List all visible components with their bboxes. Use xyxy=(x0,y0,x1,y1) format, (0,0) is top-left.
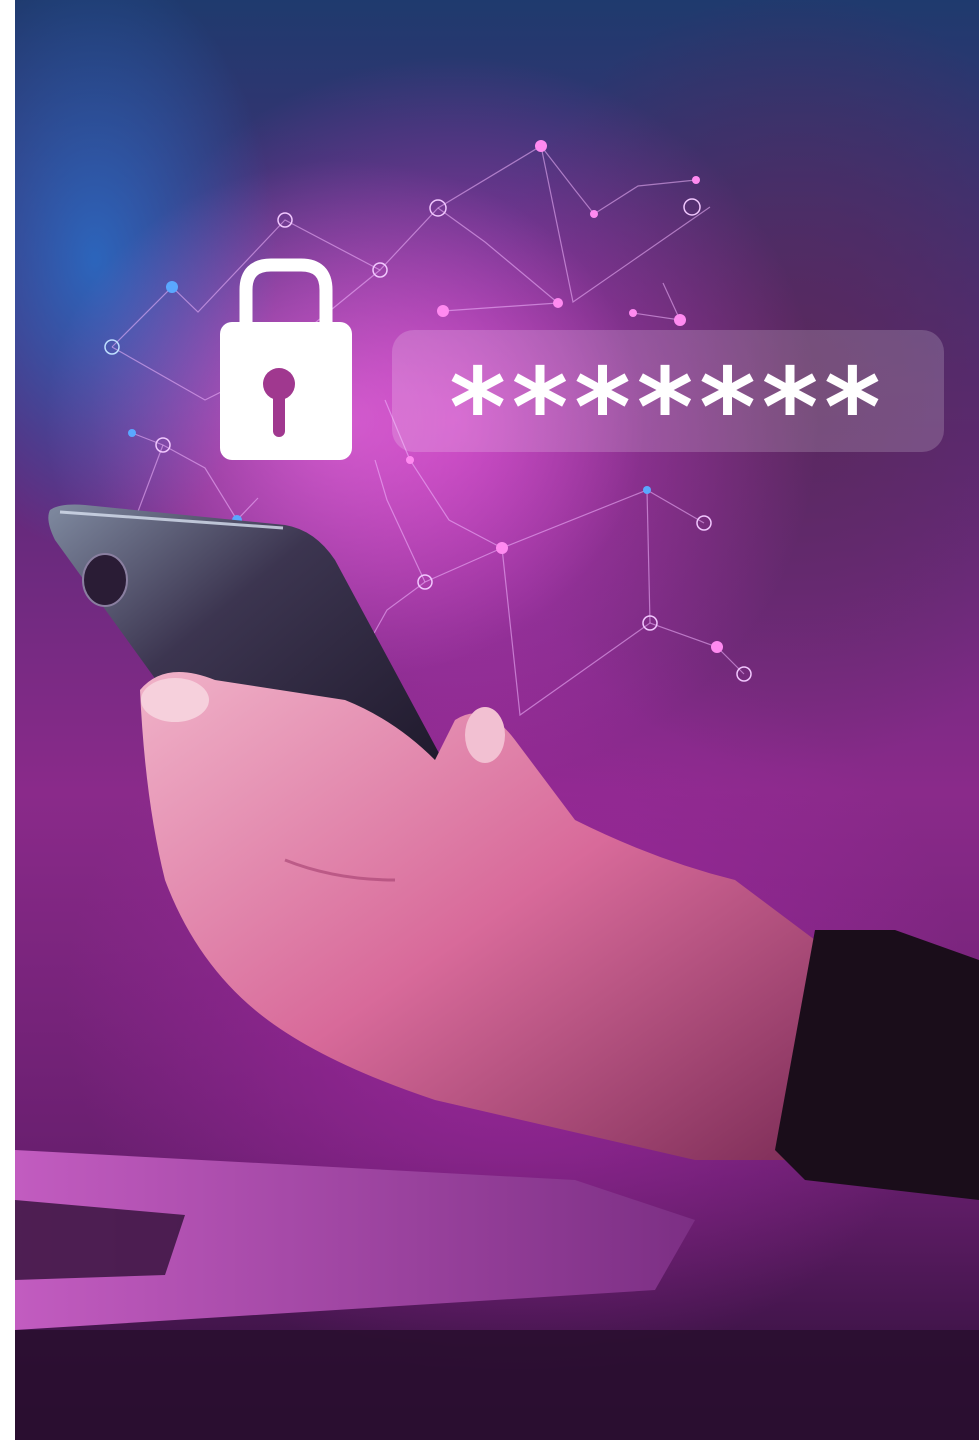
desk xyxy=(15,1330,979,1440)
photo-illustration xyxy=(15,140,979,1440)
photo: ******* xyxy=(15,0,979,1440)
image-frame: ******* xyxy=(0,0,979,1440)
password-field: ******* xyxy=(392,330,944,463)
hand xyxy=(140,672,845,1160)
masked-password-text: ******* xyxy=(449,346,887,471)
